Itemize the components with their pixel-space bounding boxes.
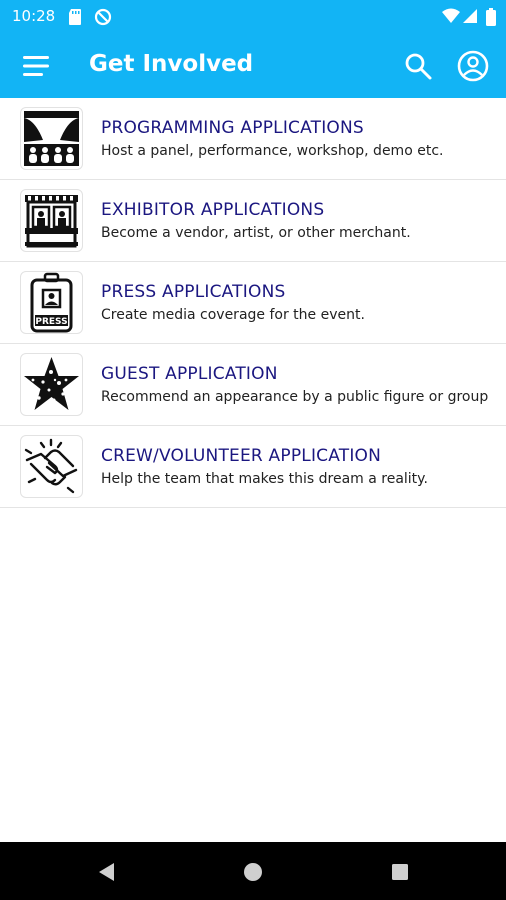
back-icon[interactable] (96, 861, 118, 883)
storefront-icon (20, 189, 83, 252)
item-subtitle: Create media coverage for the event. (101, 307, 365, 323)
home-icon[interactable] (242, 861, 264, 883)
applications-list: PROGRAMMING APPLICATIONS Host a panel, p… (0, 98, 506, 508)
item-title: GUEST APPLICATION (101, 364, 278, 384)
app-bar: Get Involved (0, 34, 506, 98)
item-title: PRESS APPLICATIONS (101, 282, 286, 302)
stage-audience-icon (20, 107, 83, 170)
recents-icon[interactable] (389, 861, 411, 883)
item-subtitle: Recommend an appearance by a public figu… (101, 389, 489, 405)
wifi-icon (442, 8, 460, 28)
press-badge-icon: PRESS (20, 271, 83, 334)
page-title: Get Involved (89, 51, 254, 77)
status-time: 10:28 (12, 7, 56, 25)
account-icon[interactable] (455, 48, 491, 84)
list-item-programming[interactable]: PROGRAMMING APPLICATIONS Host a panel, p… (0, 98, 506, 180)
list-item-press[interactable]: PRESS PRESS APPLICATIONS Create media co… (0, 262, 506, 344)
item-subtitle: Help the team that makes this dream a re… (101, 471, 428, 487)
item-subtitle: Host a panel, performance, workshop, dem… (101, 143, 444, 159)
list-item-crew[interactable]: CREW/VOLUNTEER APPLICATION Help the team… (0, 426, 506, 508)
list-item-exhibitor[interactable]: EXHIBITOR APPLICATIONS Become a vendor, … (0, 180, 506, 262)
sync-off-icon (94, 8, 112, 30)
svg-text:PRESS: PRESS (35, 317, 67, 327)
item-title: EXHIBITOR APPLICATIONS (101, 200, 325, 220)
navigation-bar (0, 842, 506, 900)
star-icon (20, 353, 83, 416)
search-icon[interactable] (400, 48, 436, 84)
item-title: CREW/VOLUNTEER APPLICATION (101, 446, 382, 466)
handshake-icon (20, 435, 83, 498)
signal-icon (462, 8, 478, 28)
status-bar: 10:28 (0, 0, 506, 34)
item-title: PROGRAMMING APPLICATIONS (101, 118, 364, 138)
sd-card-icon (67, 8, 83, 30)
list-item-guest[interactable]: GUEST APPLICATION Recommend an appearanc… (0, 344, 506, 426)
battery-icon (486, 8, 496, 30)
item-subtitle: Become a vendor, artist, or other mercha… (101, 225, 411, 241)
menu-icon[interactable] (18, 48, 54, 84)
